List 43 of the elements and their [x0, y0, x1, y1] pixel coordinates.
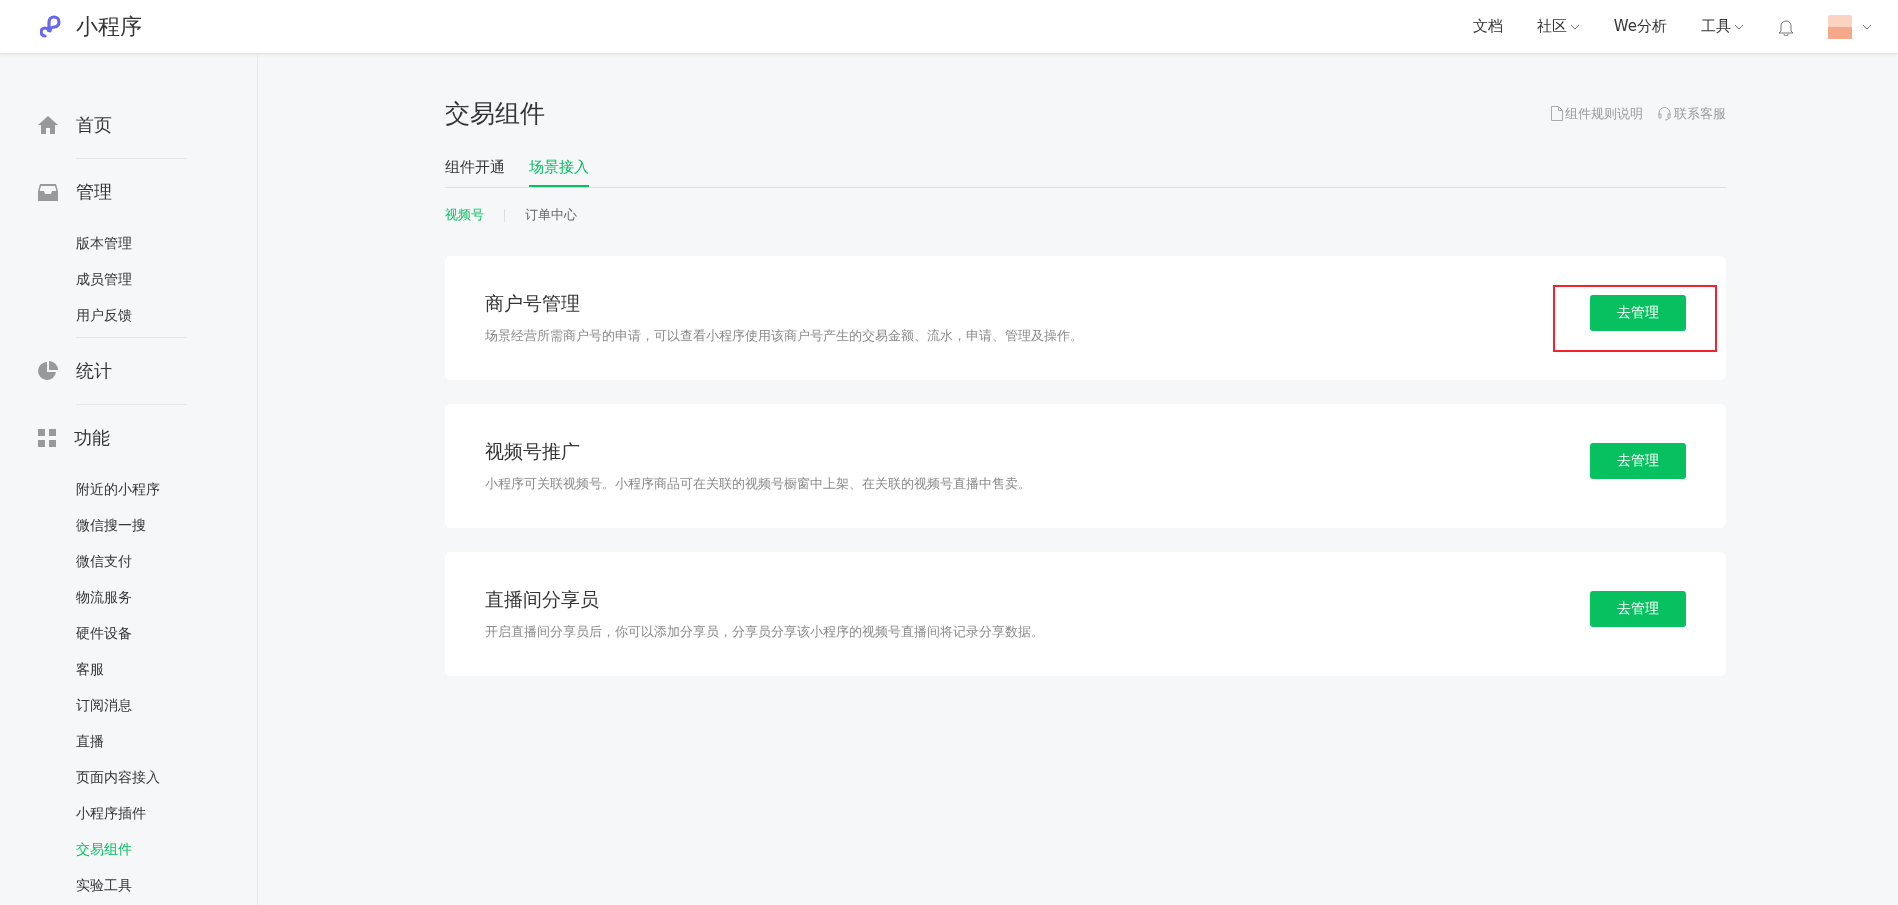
- sidebar-item[interactable]: 用户反馈: [76, 297, 257, 333]
- bell-icon[interactable]: [1778, 17, 1794, 36]
- sub-tab[interactable]: 订单中心: [525, 206, 577, 224]
- caret-icon: [1569, 23, 1580, 30]
- inbox-icon: [38, 183, 58, 201]
- sidebar-section-title[interactable]: 统计: [76, 359, 112, 383]
- card-description: 开启直播间分享员后，你可以添加分享员，分享员分享该小程序的视频号直播间将记录分享数据。: [485, 623, 1044, 641]
- avatar-icon[interactable]: [1828, 14, 1852, 39]
- tab[interactable]: 组件开通: [445, 158, 505, 187]
- nav-link[interactable]: 工具: [1701, 17, 1744, 36]
- headset-icon: [1657, 106, 1672, 121]
- caret-icon: [1862, 23, 1872, 30]
- sidebar-item[interactable]: 成员管理: [76, 261, 257, 297]
- card-description: 小程序可关联视频号。小程序商品可在关联的视频号橱窗中上架、在关联的视频号直播中售卖。: [485, 475, 1031, 493]
- sidebar-section-title[interactable]: 功能: [74, 426, 110, 450]
- nav-link[interactable]: 社区: [1536, 17, 1580, 36]
- sidebar-item[interactable]: 硬件设备: [76, 615, 257, 651]
- sidebar-section-title[interactable]: 首页: [76, 113, 112, 137]
- document-icon: [1551, 106, 1563, 121]
- page-title: 交易组件: [445, 98, 545, 130]
- sidebar-item[interactable]: 客服: [76, 651, 257, 687]
- sidebar-item[interactable]: 物流服务: [76, 579, 257, 615]
- caret-icon: [1734, 23, 1744, 30]
- home-icon: [38, 116, 58, 134]
- sidebar-item[interactable]: 微信支付: [76, 543, 257, 579]
- nav-link[interactable]: We分析: [1613, 17, 1667, 36]
- logo-text: 小程序: [76, 12, 142, 41]
- pie-chart-icon: [38, 361, 58, 381]
- grid-icon: [38, 429, 56, 447]
- nav-link[interactable]: 文档: [1472, 17, 1503, 36]
- card-title: 视频号推广: [485, 439, 581, 464]
- sidebar-item[interactable]: 小程序插件: [76, 795, 257, 831]
- sidebar-item[interactable]: 版本管理: [76, 225, 257, 261]
- card-title: 商户号管理: [485, 291, 581, 316]
- card-description: 场景经营所需商户号的申请，可以查看小程序使用该商户号产生的交易金额、流水，申请、管理及操作。: [485, 327, 1083, 345]
- sidebar-section-title[interactable]: 管理: [76, 180, 112, 204]
- sidebar-item[interactable]: 页面内容接入: [76, 759, 257, 795]
- card-title: 直播间分享员: [485, 587, 600, 612]
- sidebar-item[interactable]: 订阅消息: [76, 687, 257, 723]
- sidebar-item[interactable]: 实验工具: [76, 867, 257, 903]
- sidebar-item[interactable]: 附近的小程序: [76, 471, 257, 507]
- sidebar-item[interactable]: 直播: [76, 723, 257, 759]
- sidebar-item[interactable]: 微信搜一搜: [76, 507, 257, 543]
